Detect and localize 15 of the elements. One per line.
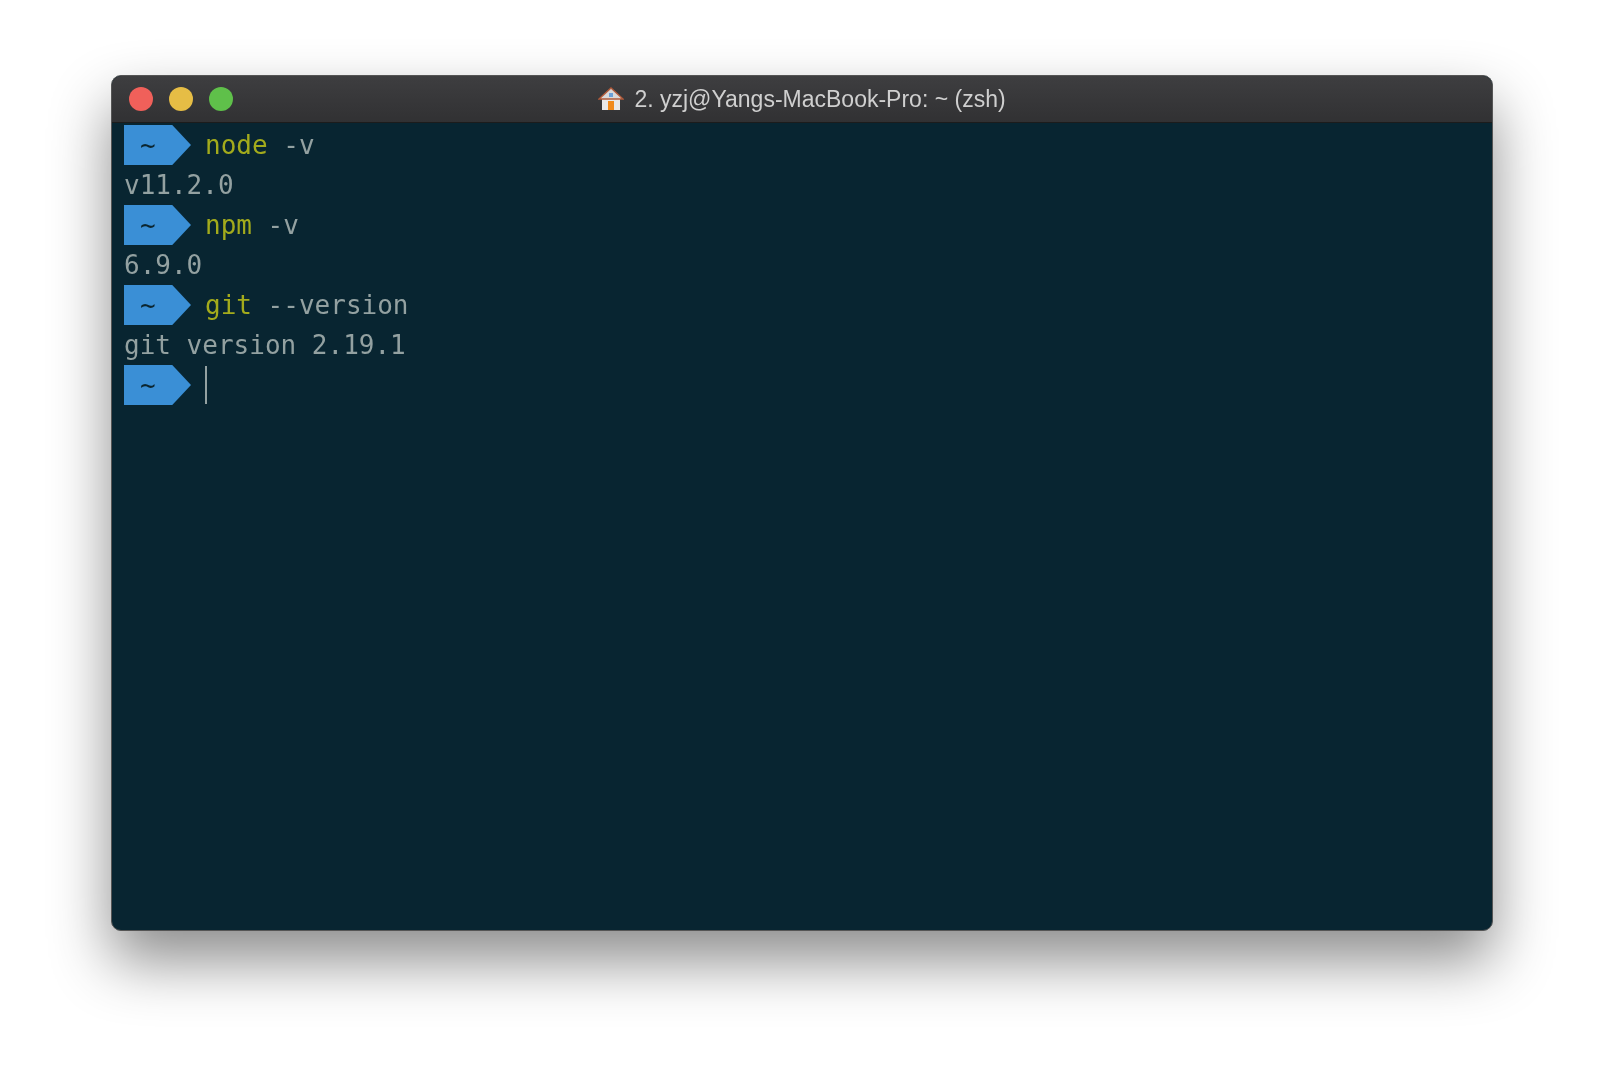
prompt-segment: ~ — [124, 205, 191, 245]
house-icon — [598, 86, 625, 112]
minimize-button[interactable] — [169, 87, 193, 111]
prompt-segment: ~ — [124, 285, 191, 325]
prompt-segment: ~ — [124, 365, 191, 405]
output-text: 6.9.0 — [124, 252, 203, 278]
output-text: git version 2.19.1 — [124, 332, 406, 358]
command-text: node -v — [205, 132, 315, 158]
window-title: 2. yzj@Yangs-MacBook-Pro: ~ (zsh) — [634, 84, 1006, 114]
command-text: npm -v — [205, 212, 299, 238]
prompt-segment: ~ — [124, 125, 191, 165]
output-text: v11.2.0 — [124, 172, 234, 198]
command-text: git --version — [205, 292, 409, 318]
zoom-button[interactable] — [209, 87, 233, 111]
close-button[interactable] — [129, 87, 153, 111]
